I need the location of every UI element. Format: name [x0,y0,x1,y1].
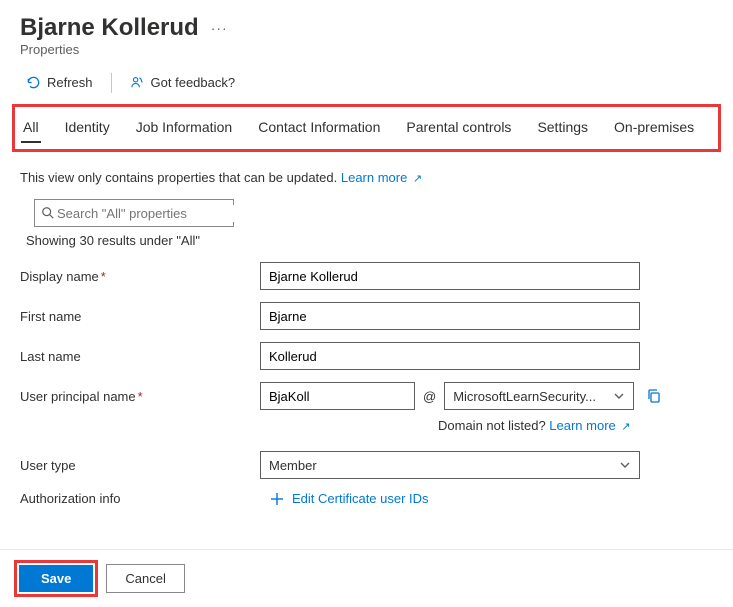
required-icon: * [101,269,106,284]
external-link-icon: ↗ [621,421,630,433]
upn-at: @ [423,389,436,404]
required-icon: * [138,389,143,404]
first-name-input[interactable] [260,302,640,330]
domain-learn-more-link[interactable]: Learn more ↗ [549,418,630,433]
upn-local-input[interactable] [260,382,415,410]
footer: Save Cancel [0,549,733,607]
auth-info-label: Authorization info [20,491,260,506]
feedback-icon [130,75,145,90]
upn-label: User principal name* [20,389,260,404]
chevron-down-icon [613,390,625,402]
more-icon[interactable]: ··· [211,20,228,36]
learn-more-link[interactable]: Learn more ↗ [341,170,422,185]
refresh-icon [26,75,41,90]
tab-parental[interactable]: Parental controls [404,115,513,141]
display-name-input[interactable] [260,262,640,290]
search-icon [41,206,55,220]
user-type-label: User type [20,458,260,473]
user-type-value: Member [269,458,317,473]
feedback-button[interactable]: Got feedback? [124,71,242,94]
upn-domain-select[interactable]: MicrosoftLearnSecurity... [444,382,634,410]
tabs: All Identity Job Information Contact Inf… [15,107,718,149]
search-box[interactable] [34,199,234,227]
page-title: Bjarne Kollerud [20,14,199,42]
tab-identity[interactable]: Identity [63,115,112,141]
external-link-icon: ↗ [413,173,422,185]
results-count: Showing 30 results under "All" [26,233,713,248]
save-button[interactable]: Save [19,565,93,592]
user-type-select[interactable]: Member [260,451,640,479]
search-input[interactable] [55,205,235,222]
save-highlight: Save [14,560,98,597]
tab-settings[interactable]: Settings [535,115,590,141]
tab-all[interactable]: All [21,115,41,141]
page-subtitle: Properties [20,42,713,57]
copy-button[interactable] [646,388,662,404]
edit-certificate-button[interactable]: Edit Certificate user IDs [270,491,429,506]
cancel-button[interactable]: Cancel [106,564,184,593]
tabs-highlight: All Identity Job Information Contact Inf… [12,104,721,152]
last-name-input[interactable] [260,342,640,370]
description: This view only contains properties that … [20,170,713,185]
refresh-button[interactable]: Refresh [20,71,99,94]
first-name-label: First name [20,309,260,324]
domain-hint: Domain not listed? Learn more ↗ [438,418,713,433]
display-name-label: Display name* [20,269,260,284]
tab-contact[interactable]: Contact Information [256,115,382,141]
tab-onprem[interactable]: On-premises [612,115,696,141]
tab-job[interactable]: Job Information [134,115,235,141]
last-name-label: Last name [20,349,260,364]
chevron-down-icon [619,459,631,471]
description-text: This view only contains properties that … [20,170,341,185]
refresh-label: Refresh [47,75,93,90]
toolbar-separator [111,73,112,93]
edit-certificate-label: Edit Certificate user IDs [292,491,429,506]
feedback-label: Got feedback? [151,75,236,90]
upn-domain-value: MicrosoftLearnSecurity... [453,389,596,404]
plus-icon [270,492,284,506]
